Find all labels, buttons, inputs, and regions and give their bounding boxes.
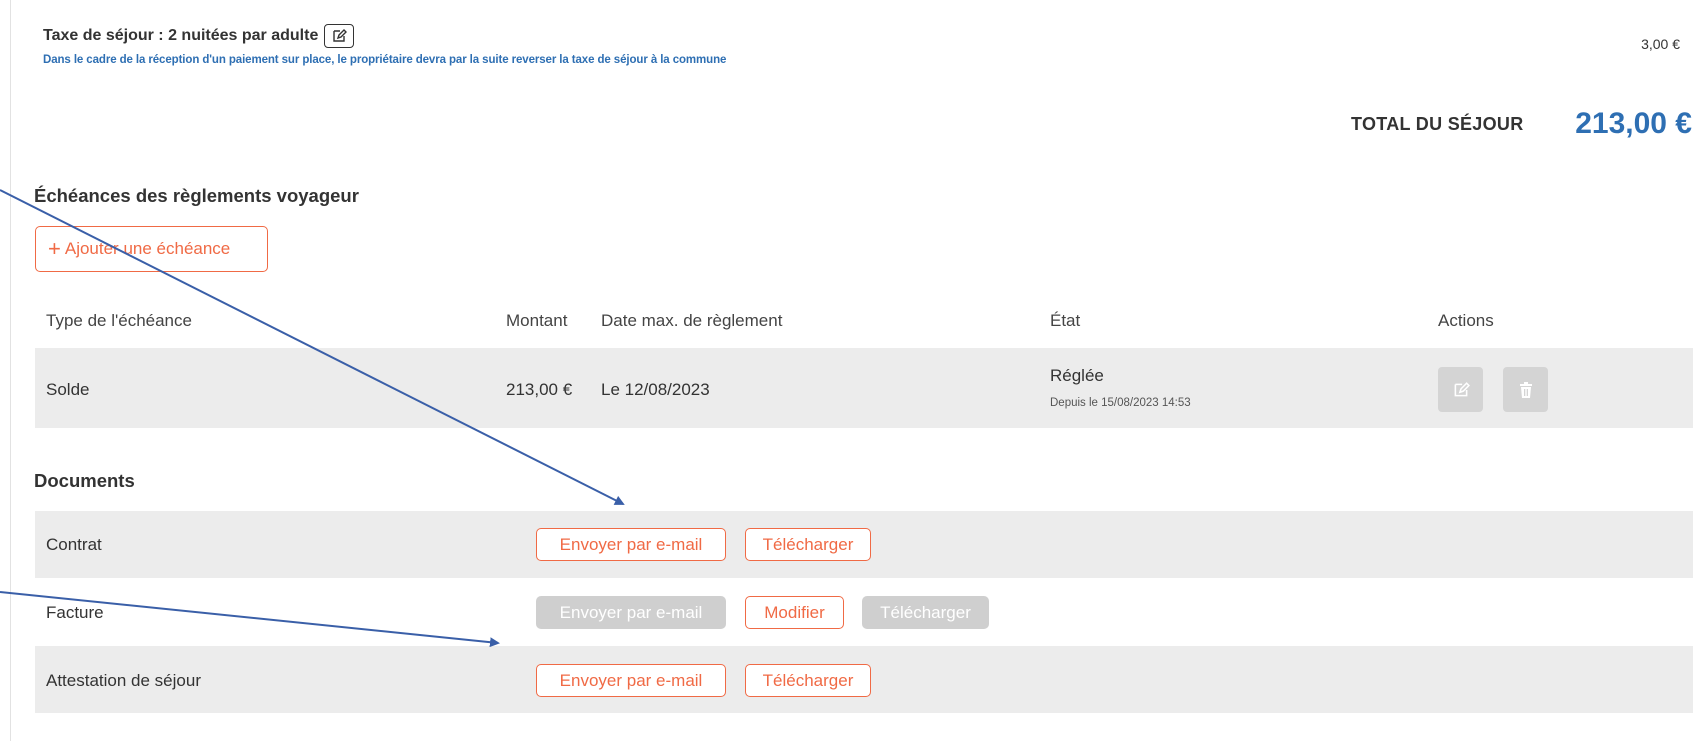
tax-line-title: Taxe de séjour : 2 nuitées par adulte: [43, 24, 355, 48]
trash-icon: [1519, 381, 1532, 398]
echeance-etat: Réglée: [1050, 366, 1104, 385]
echeances-title: Échéances des règlements voyageur: [34, 185, 359, 206]
facture-modify-button[interactable]: Modifier: [745, 596, 844, 629]
facture-email-button[interactable]: Envoyer par e-mail: [536, 596, 726, 629]
documents-title: Documents: [34, 470, 135, 491]
contrat-download-button[interactable]: Télécharger: [745, 528, 871, 561]
echeance-montant: 213,00 €: [506, 380, 573, 399]
add-echeance-label: Ajouter une échéance: [64, 239, 231, 258]
column-header-etat: État: [1050, 311, 1081, 330]
add-echeance-button[interactable]: + Ajouter une échéance: [35, 226, 268, 272]
attestation-email-button[interactable]: Envoyer par e-mail: [536, 664, 726, 697]
total-label: TOTAL DU SÉJOUR: [1351, 114, 1524, 134]
column-header-montant: Montant: [506, 311, 568, 330]
edit-icon: [1454, 381, 1470, 396]
facture-download-button[interactable]: Télécharger: [862, 596, 989, 629]
tax-amount: 3,00 €: [1641, 36, 1680, 52]
contrat-email-button[interactable]: Envoyer par e-mail: [536, 528, 726, 561]
total-value: 213,00 €: [1575, 107, 1692, 140]
echeance-edit-button[interactable]: [1438, 367, 1483, 412]
edit-icon: [333, 29, 348, 42]
tax-title-text: Taxe de séjour : 2 nuitées par adulte: [43, 27, 319, 44]
column-header-date: Date max. de règlement: [601, 311, 783, 330]
column-header-actions: Actions: [1438, 311, 1494, 330]
plus-icon: +: [48, 236, 61, 261]
echeance-type: Solde: [46, 380, 90, 399]
document-label-contrat: Contrat: [46, 535, 102, 554]
left-border: [10, 0, 11, 741]
document-label-facture: Facture: [46, 603, 104, 622]
document-label-attestation: Attestation de séjour: [46, 671, 201, 690]
column-header-type: Type de l'échéance: [46, 311, 192, 330]
tax-note: Dans le cadre de la réception d'un paiem…: [43, 54, 727, 66]
echeance-date: Le 12/08/2023: [601, 380, 710, 399]
tax-edit-button[interactable]: [324, 24, 355, 48]
attestation-download-button[interactable]: Télécharger: [745, 664, 871, 697]
echeance-etat-detail: Depuis le 15/08/2023 14:53: [1050, 397, 1191, 409]
echeance-delete-button[interactable]: [1503, 367, 1548, 412]
